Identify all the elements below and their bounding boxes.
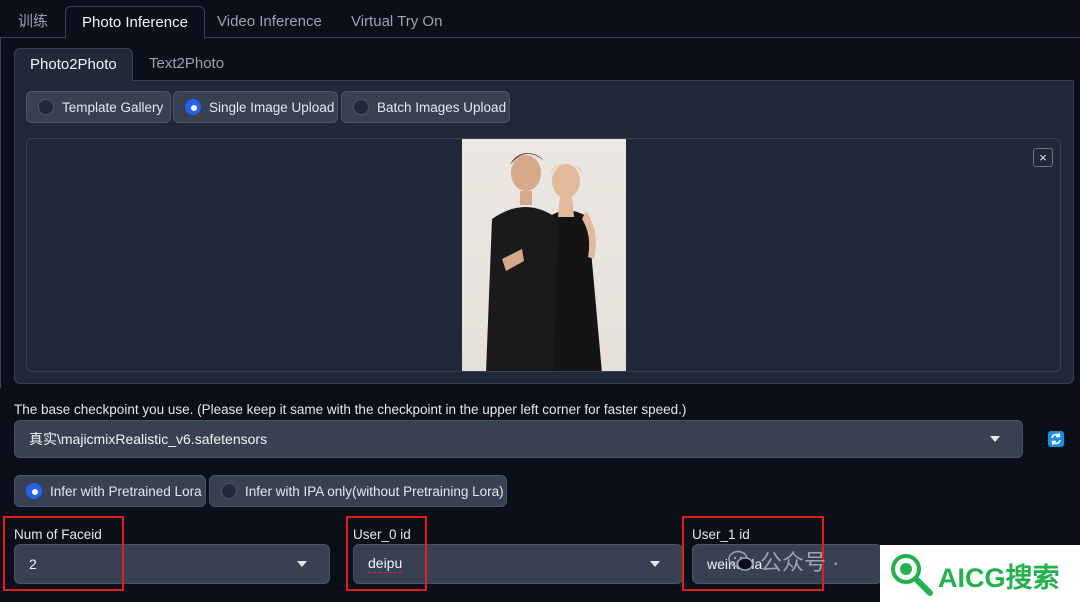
refresh-checkpoint-button[interactable] <box>1048 431 1064 447</box>
chevron-down-icon <box>650 561 660 567</box>
main-tab-bar: 训练 Photo Inference Video Inference Virtu… <box>0 0 1080 39</box>
tab-text2photo[interactable]: Text2Photo <box>134 48 239 81</box>
radio-label: Infer with Pretrained Lora <box>50 483 202 499</box>
tab-train[interactable]: 训练 <box>2 6 64 38</box>
radio-infer-ipa-only[interactable]: Infer with IPA only(without Pretraining … <box>209 475 507 507</box>
uploaded-photo <box>462 139 626 371</box>
wechat-label: 公众号 · <box>760 550 840 575</box>
aicg-watermark: AICG搜索 <box>880 545 1080 602</box>
radio-checked-icon <box>185 99 201 115</box>
radio-label: Template Gallery <box>62 99 164 115</box>
radio-label: Batch Images Upload <box>377 99 507 115</box>
radio-unchecked-icon <box>353 99 369 115</box>
tab-virtual-try-on[interactable]: Virtual Try On <box>335 6 458 38</box>
refresh-icon <box>1051 432 1061 446</box>
wechat-icon <box>728 550 754 571</box>
chevron-down-icon <box>297 561 307 567</box>
annotation-box-user0 <box>346 516 427 591</box>
radio-batch-images-upload[interactable]: Batch Images Upload <box>341 91 510 123</box>
wechat-watermark: 公众号 · <box>728 545 839 577</box>
couple-photo-illustration <box>486 153 602 371</box>
radio-single-image-upload[interactable]: Single Image Upload <box>173 91 338 123</box>
radio-infer-pretrained-lora[interactable]: Infer with Pretrained Lora <box>14 475 206 507</box>
radio-unchecked-icon <box>38 99 54 115</box>
radio-template-gallery[interactable]: Template Gallery <box>26 91 171 123</box>
tab-photo2photo[interactable]: Photo2Photo <box>14 48 133 81</box>
image-upload-area[interactable]: × <box>26 138 1061 372</box>
magnifier-logo-icon <box>891 554 933 596</box>
annotation-box-num-faceid <box>3 516 124 591</box>
radio-label: Infer with IPA only(without Pretraining … <box>245 483 504 499</box>
radio-unchecked-icon <box>221 483 237 499</box>
checkpoint-dropdown[interactable]: 真实\majicmixRealistic_v6.safetensors <box>14 420 1023 458</box>
chevron-down-icon <box>990 436 1000 442</box>
checkpoint-label: The base checkpoint you use. (Please kee… <box>14 402 687 417</box>
checkpoint-value: 真实\majicmixRealistic_v6.safetensors <box>29 431 268 447</box>
tab-photo-inference[interactable]: Photo Inference <box>65 6 205 39</box>
radio-label: Single Image Upload <box>209 99 335 115</box>
radio-checked-icon <box>26 483 42 499</box>
tab-video-inference[interactable]: Video Inference <box>201 6 338 38</box>
aicg-brand-text: AICG搜索 <box>938 563 1060 593</box>
clear-image-button[interactable]: × <box>1033 148 1053 167</box>
